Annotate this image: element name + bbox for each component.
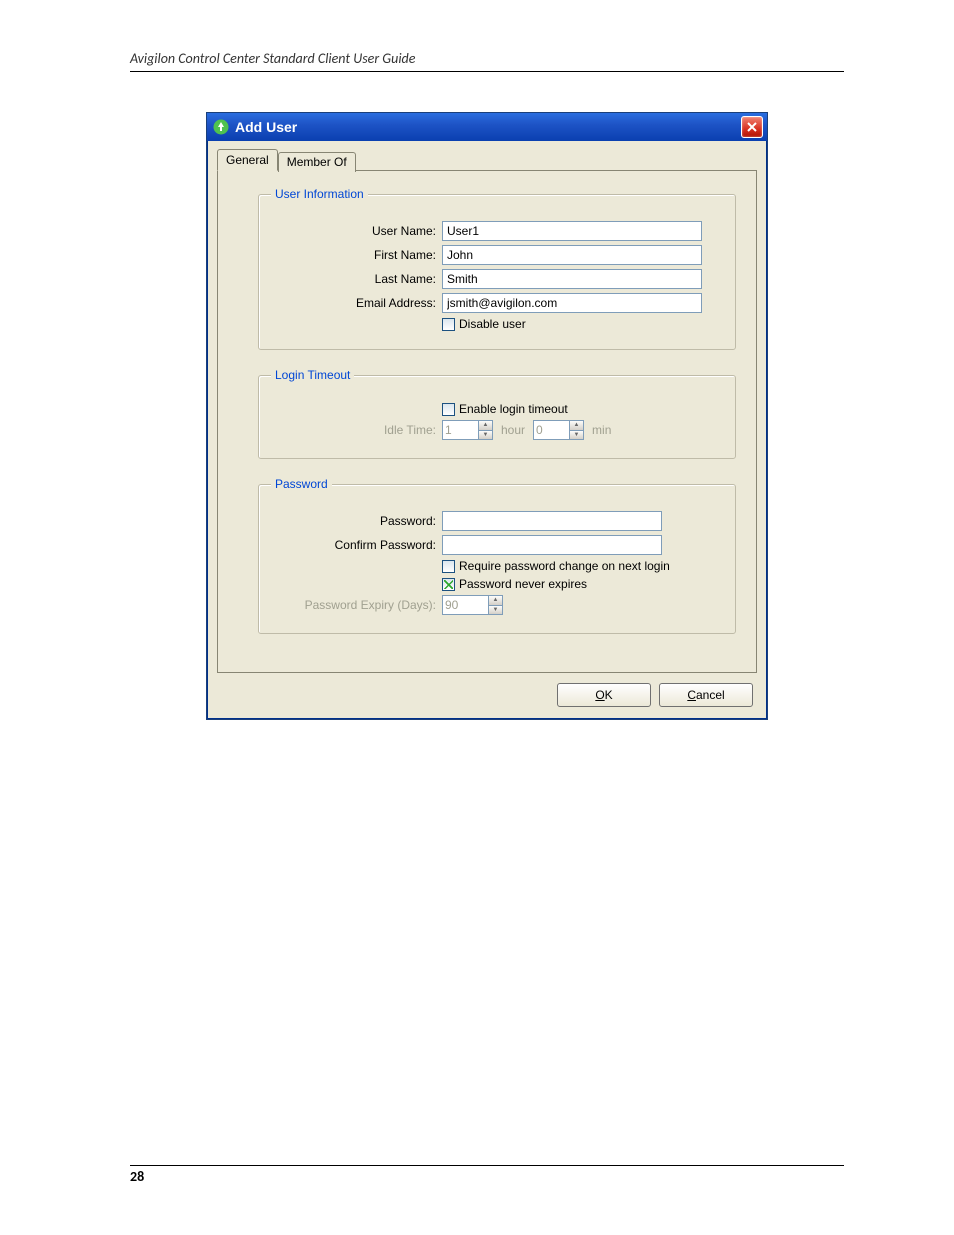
spin-up-icon[interactable]: ▲ (569, 420, 584, 430)
add-user-dialog: Add User General Member Of User Informat… (206, 112, 768, 720)
enable-login-timeout-label: Enable login timeout (459, 402, 568, 416)
group-password: Password Password: Confirm Password: (258, 477, 736, 634)
ok-button[interactable]: OK (557, 683, 651, 707)
label-password-expiry: Password Expiry (Days): (271, 598, 442, 612)
disable-user-label: Disable user (459, 317, 526, 331)
spin-down-icon[interactable]: ▼ (478, 430, 493, 441)
spin-down-icon[interactable]: ▼ (488, 605, 503, 616)
label-idle-time: Idle Time: (271, 423, 442, 437)
password-expiry-spinner[interactable]: ▲▼ (442, 595, 503, 615)
dialog-title: Add User (235, 119, 297, 135)
checkbox-icon (442, 560, 455, 573)
password-expiry-input[interactable] (442, 595, 488, 615)
label-user-name: User Name: (271, 224, 442, 238)
disable-user-checkbox[interactable]: Disable user (442, 317, 526, 331)
tab-general[interactable]: General (217, 149, 278, 171)
document-page: Avigilon Control Center Standard Client … (0, 0, 954, 1235)
spin-down-icon[interactable]: ▼ (569, 430, 584, 441)
title-bar[interactable]: Add User (207, 113, 767, 141)
label-confirm-password: Confirm Password: (271, 538, 442, 552)
idle-hour-spinner[interactable]: ▲▼ (442, 420, 493, 440)
dialog-actions: OK Cancel (217, 673, 757, 709)
tabstrip: General Member Of (217, 149, 757, 171)
user-up-icon (213, 119, 229, 135)
dialog-body: General Member Of User Information User … (207, 141, 767, 719)
idle-hour-input[interactable] (442, 420, 478, 440)
user-name-input[interactable] (442, 221, 702, 241)
legend-user-information: User Information (271, 187, 368, 201)
checkbox-icon (442, 403, 455, 416)
page-number: 28 (130, 1165, 844, 1185)
require-password-change-checkbox[interactable]: Require password change on next login (442, 559, 670, 573)
confirm-password-input[interactable] (442, 535, 662, 555)
email-input[interactable] (442, 293, 702, 313)
group-user-information: User Information User Name: First Name: … (258, 187, 736, 350)
cancel-button[interactable]: Cancel (659, 683, 753, 707)
idle-min-input[interactable] (533, 420, 569, 440)
document-header: Avigilon Control Center Standard Client … (130, 50, 844, 72)
require-password-change-label: Require password change on next login (459, 559, 670, 573)
hour-unit: hour (501, 423, 525, 437)
checkbox-checked-icon (442, 578, 455, 591)
close-button[interactable] (741, 116, 763, 138)
legend-login-timeout: Login Timeout (271, 368, 354, 382)
label-email: Email Address: (271, 296, 442, 310)
idle-min-spinner[interactable]: ▲▼ (533, 420, 584, 440)
enable-login-timeout-checkbox[interactable]: Enable login timeout (442, 402, 568, 416)
password-input[interactable] (442, 511, 662, 531)
password-never-expires-checkbox[interactable]: Password never expires (442, 577, 587, 591)
legend-password: Password (271, 477, 332, 491)
tab-member-of[interactable]: Member Of (278, 152, 356, 172)
label-first-name: First Name: (271, 248, 442, 262)
tab-panel-general: User Information User Name: First Name: … (217, 170, 757, 673)
min-unit: min (592, 423, 611, 437)
first-name-input[interactable] (442, 245, 702, 265)
password-never-expires-label: Password never expires (459, 577, 587, 591)
group-login-timeout: Login Timeout Enable login timeout Idle … (258, 368, 736, 459)
spin-up-icon[interactable]: ▲ (488, 595, 503, 605)
spin-up-icon[interactable]: ▲ (478, 420, 493, 430)
last-name-input[interactable] (442, 269, 702, 289)
checkbox-icon (442, 318, 455, 331)
label-last-name: Last Name: (271, 272, 442, 286)
label-password: Password: (271, 514, 442, 528)
